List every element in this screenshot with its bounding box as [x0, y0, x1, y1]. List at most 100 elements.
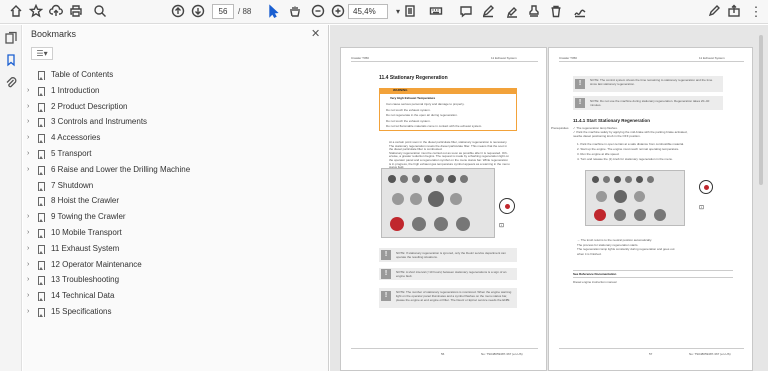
chevron-right-icon[interactable]: ›: [27, 209, 35, 225]
operator-panel-image: [585, 170, 685, 226]
bookmark-label: 3 Controls and Instruments: [51, 117, 148, 127]
bookmark-item[interactable]: › 12 Operator Maintenance: [23, 257, 323, 273]
text-line: The regeneration lamp lights constantly …: [577, 247, 675, 251]
page-total: / 88: [238, 7, 252, 16]
pen-icon[interactable]: [480, 4, 496, 20]
text-line: Do not touch the exhaust system.: [386, 107, 431, 112]
page-footer-ref: No: TS048059487-367 (en-US): [689, 352, 731, 356]
note-text-1: NOTE: If stationary regeneration is igno…: [396, 251, 506, 259]
star-icon[interactable]: [28, 3, 44, 20]
chevron-right-icon[interactable]: ›: [27, 304, 35, 320]
section-title: 11.4 Stationary Regeneration: [379, 75, 448, 81]
text-line: Do not regenerate in the open air during…: [386, 113, 458, 117]
bookmark-item[interactable]: › 15 Specifications: [23, 304, 323, 320]
bookmark-icon[interactable]: [4, 53, 18, 67]
warning-box: Very High Exhaust Temperature Can cause …: [379, 93, 517, 131]
trash-icon[interactable]: [548, 4, 564, 20]
stamp-icon[interactable]: [526, 4, 542, 20]
chevron-right-icon[interactable]: ›: [27, 146, 35, 162]
chevron-right-icon[interactable]: ›: [27, 257, 35, 273]
reference-item: Diesel engine instruction manual: [573, 280, 617, 284]
page-number-input[interactable]: 56: [212, 4, 234, 19]
bookmark-flag-icon: [38, 181, 45, 191]
note-text-3: NOTE: The number of stationary regenerat…: [396, 290, 512, 302]
vertical-scrollbar[interactable]: [758, 25, 764, 359]
hand-icon[interactable]: [287, 4, 303, 20]
bookmark-label: 9 Towing the Crawler: [51, 212, 126, 222]
select-cursor-icon[interactable]: [265, 4, 281, 20]
scrollbar-thumb[interactable]: [759, 35, 763, 185]
text-line: Do not touch the exhaust system.: [386, 118, 431, 123]
attachment-icon[interactable]: [4, 75, 18, 89]
zoom-out-icon[interactable]: [310, 4, 326, 20]
chevron-right-icon[interactable]: ›: [27, 272, 35, 288]
text-line: when it is finished.: [577, 251, 602, 256]
bookmark-item[interactable]: 7 Shutdown: [23, 178, 323, 194]
page-up-icon[interactable]: [170, 4, 186, 20]
home-icon[interactable]: [8, 4, 24, 20]
subsection-title: 11.4.1 Start Stationary Regeneration: [573, 118, 651, 123]
bookmark-flag-icon: [38, 150, 45, 159]
chevron-right-icon[interactable]: ›: [27, 162, 35, 178]
bookmark-flag-icon: [38, 71, 45, 80]
text-line: Do not let flammable materials come in c…: [386, 124, 483, 128]
page-header-left: Crawler T050: [351, 56, 369, 60]
chevron-right-icon[interactable]: ›: [27, 288, 35, 304]
keyboard-icon[interactable]: [428, 4, 444, 20]
chevron-right-icon[interactable]: ›: [27, 99, 35, 115]
bookmark-label: 15 Specifications: [51, 307, 112, 316]
left-rail: [0, 25, 22, 371]
page-down-icon[interactable]: [190, 4, 206, 20]
footer-rule: [351, 348, 538, 349]
header-rule: [351, 61, 538, 62]
bookmark-item[interactable]: 8 Hoist the Crawler: [23, 193, 323, 209]
document-viewport: Crawler T050 11 Exhaust System 11.4 Stat…: [330, 25, 768, 371]
chevron-right-icon[interactable]: ›: [27, 225, 35, 241]
bookmark-item[interactable]: › 6 Raise and Lower the Drilling Machine: [23, 162, 323, 178]
warning-label: WARNING: [393, 88, 408, 92]
bookmark-item[interactable]: › 1 Introduction: [23, 83, 323, 99]
footer-rule: [559, 348, 744, 349]
bookmark-item[interactable]: › 3 Controls and Instruments: [23, 114, 323, 130]
chevron-right-icon[interactable]: ›: [27, 241, 35, 257]
bookmark-flag-icon: [38, 229, 45, 238]
fit-page-icon[interactable]: [402, 4, 418, 20]
chevron-right-icon[interactable]: ›: [27, 130, 35, 146]
more-icon[interactable]: ⋮: [748, 4, 764, 20]
page-footer-number: 57: [649, 352, 653, 356]
bookmark-item[interactable]: › 2 Product Description: [23, 99, 323, 115]
bookmark-item[interactable]: › 11 Exhaust System: [23, 241, 323, 257]
bookmark-item[interactable]: › 14 Technical Data: [23, 288, 323, 304]
bookmark-item[interactable]: › 4 Accessories: [23, 130, 323, 146]
share-icon[interactable]: [726, 4, 742, 20]
bookmark-item[interactable]: › 5 Transport: [23, 146, 323, 162]
text-line: → The knob returns to the neutral positi…: [577, 238, 652, 242]
bookmark-label: Table of Contents: [51, 70, 114, 79]
bookmark-label: 11 Exhaust System: [51, 243, 120, 253]
bookmark-item[interactable]: › 10 Mobile Transport: [23, 225, 323, 241]
highlight-icon[interactable]: [504, 4, 520, 20]
bookmark-item[interactable]: Table of Contents: [23, 67, 323, 83]
zoom-in-icon[interactable]: [330, 4, 346, 20]
close-icon[interactable]: ✕: [311, 27, 320, 40]
chevron-right-icon[interactable]: ›: [27, 83, 35, 99]
zoom-level-select[interactable]: 45,4%: [348, 4, 388, 19]
operator-panel-image: [381, 168, 495, 238]
warning-heading: Very High Exhaust Temperature: [390, 96, 436, 100]
note-icon: !: [381, 269, 391, 279]
thumbnails-icon[interactable]: [4, 31, 18, 45]
print-icon[interactable]: [68, 4, 84, 20]
cloud-upload-icon[interactable]: [48, 4, 64, 20]
chevron-right-icon[interactable]: ›: [27, 114, 35, 130]
header-rule: [559, 61, 744, 62]
bookmark-flag-icon: [38, 308, 45, 317]
search-icon[interactable]: [92, 4, 108, 20]
bookmark-item[interactable]: › 13 Troubleshooting: [23, 272, 323, 288]
comment-icon[interactable]: [458, 4, 474, 20]
bookmark-label: 5 Transport: [51, 149, 92, 158]
bookmark-label: 2 Product Description: [51, 101, 128, 111]
edit-signature-icon[interactable]: [706, 4, 722, 20]
sign-icon[interactable]: [572, 4, 588, 20]
bookmark-options-button[interactable]: ☰▾: [31, 47, 53, 60]
bookmark-item[interactable]: › 9 Towing the Crawler: [23, 209, 323, 225]
